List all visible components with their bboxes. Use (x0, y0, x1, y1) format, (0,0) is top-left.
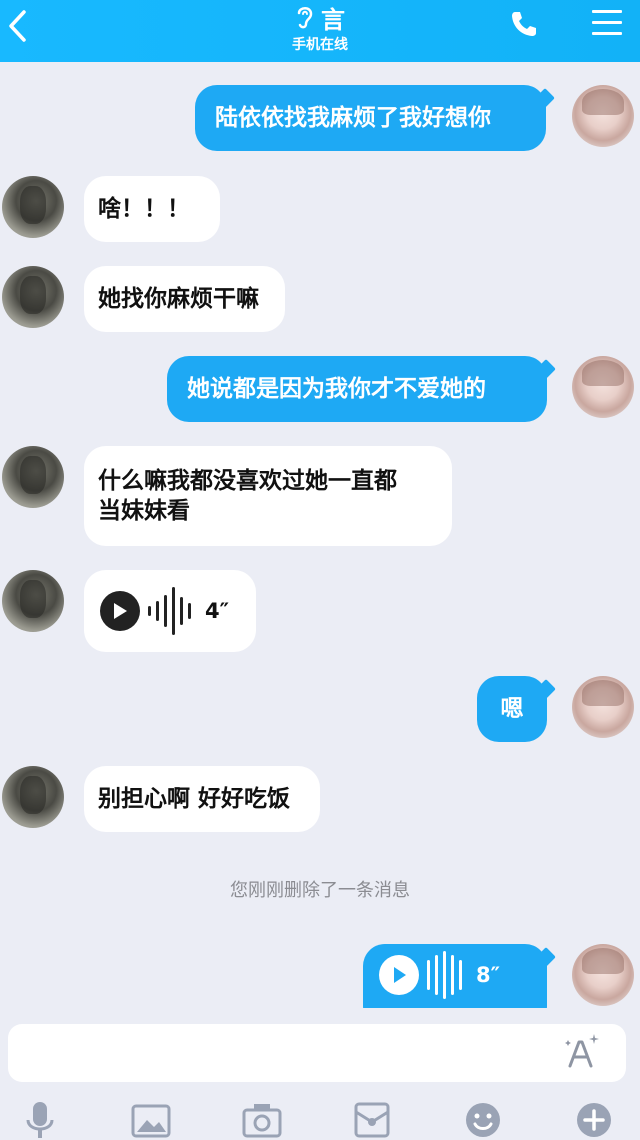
deleted-message-notice: 您刚刚删除了一条消息 (230, 880, 410, 901)
emoji-button[interactable] (463, 1100, 503, 1140)
message-text-line: 当妹妹看 (98, 498, 190, 524)
emoji-icon (466, 1103, 500, 1137)
voice-message-clip: 8″ (360, 944, 560, 1008)
voice-message-bubble[interactable]: 8″ (363, 944, 547, 1008)
font-style-icon (565, 1034, 599, 1068)
ear-icon (297, 7, 313, 29)
message-input[interactable] (8, 1024, 626, 1082)
message-bubble[interactable]: 陆依依找我麻烦了我好想你 (195, 85, 546, 151)
message-text: 她找你麻烦干嘛 (98, 286, 259, 312)
chat-title[interactable]: 言 手机在线 (0, 2, 640, 54)
message-text: 陆依依找我麻烦了我好想你 (215, 105, 491, 131)
my-avatar[interactable] (572, 944, 634, 1006)
message-text: 啥！！！ (98, 196, 190, 222)
plus-icon (577, 1103, 611, 1137)
voice-duration: 4″ (205, 599, 229, 623)
my-avatar[interactable] (572, 356, 634, 418)
contact-avatar[interactable] (2, 176, 64, 238)
image-icon (131, 1104, 171, 1138)
message-bubble[interactable]: 啥！！！ (84, 176, 220, 242)
contact-name: 言 (321, 5, 345, 34)
message-bubble[interactable]: 她说都是因为我你才不爱她的 (167, 356, 547, 422)
message-bubble[interactable]: 她找你麻烦干嘛 (84, 266, 285, 332)
message-bubble[interactable]: 别担心啊 好好吃饭 (84, 766, 320, 832)
waveform-icon (427, 951, 462, 999)
message-bubble[interactable]: 什么嘛我都没喜欢过她一直都 当妹妹看 (84, 446, 452, 546)
red-packet-button[interactable] (352, 1100, 392, 1140)
voice-input-button[interactable] (20, 1100, 60, 1140)
contact-avatar[interactable] (2, 446, 64, 508)
online-status: 手机在线 (292, 37, 348, 53)
more-button[interactable] (574, 1100, 614, 1140)
camera-button[interactable] (242, 1100, 282, 1140)
my-avatar[interactable] (572, 85, 634, 147)
call-button[interactable] (509, 9, 539, 39)
message-text: 她说都是因为我你才不爱她的 (187, 376, 486, 402)
photo-album-button[interactable] (131, 1100, 171, 1140)
message-text-line: 什么嘛我都没喜欢过她一直都 (98, 468, 397, 494)
play-icon[interactable] (379, 955, 419, 995)
camera-icon (242, 1104, 282, 1138)
message-text: 别担心啊 好好吃饭 (98, 786, 291, 812)
contact-avatar[interactable] (2, 266, 64, 328)
message-text: 嗯 (500, 696, 524, 722)
contact-avatar[interactable] (2, 766, 64, 828)
voice-duration: 8″ (476, 963, 500, 987)
menu-button[interactable] (592, 10, 622, 36)
microphone-icon (26, 1102, 54, 1138)
voice-message-bubble[interactable]: 4″ (84, 570, 256, 652)
chat-header: 言 手机在线 (0, 0, 640, 62)
phone-icon (512, 12, 536, 36)
font-style-button[interactable] (564, 1032, 600, 1072)
menu-icon (592, 10, 622, 35)
message-bubble[interactable]: 嗯 (477, 676, 547, 742)
bottom-toolbar (0, 1090, 640, 1140)
waveform-icon (148, 587, 191, 635)
contact-avatar[interactable] (2, 570, 64, 632)
red-packet-icon (354, 1102, 390, 1138)
my-avatar[interactable] (572, 676, 634, 738)
play-icon[interactable] (100, 591, 140, 631)
